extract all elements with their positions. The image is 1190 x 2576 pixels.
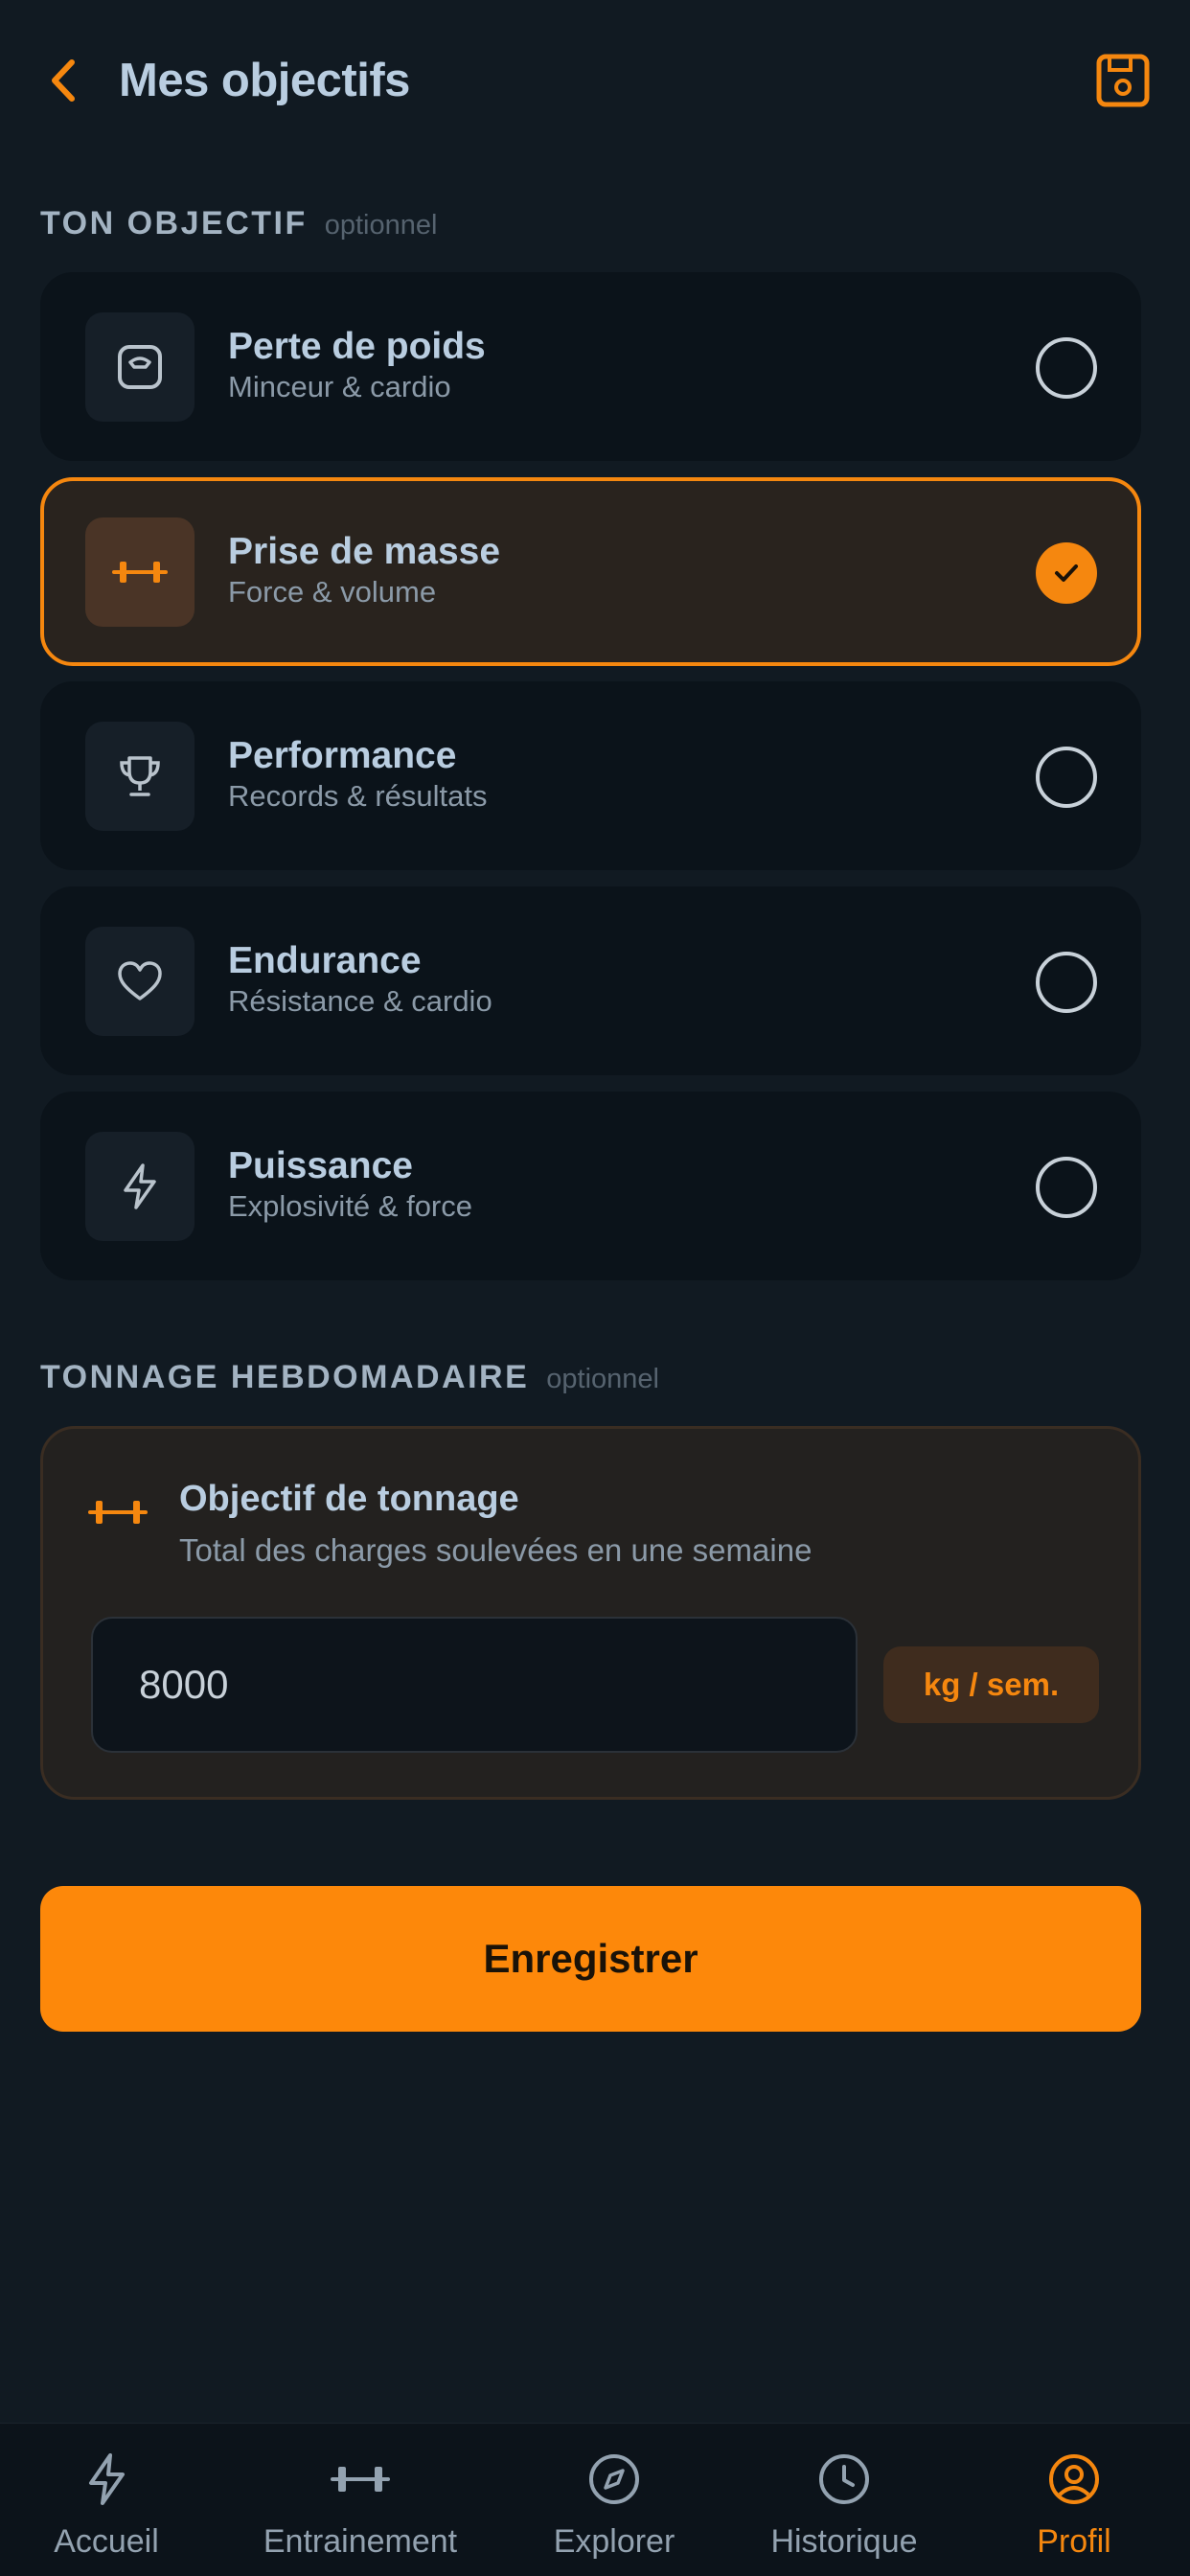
goal-text: Performance Records & résultats: [228, 734, 488, 815]
goal-icon-box: [85, 722, 195, 831]
goal-subtitle: Minceur & cardio: [228, 370, 451, 403]
save-button[interactable]: Enregistrer: [40, 1886, 1141, 2032]
dumbbell-icon: [88, 1501, 148, 1524]
nav-label: Historique: [770, 2523, 918, 2560]
goal-card-performance[interactable]: Performance Records & résultats: [40, 681, 1141, 870]
nav-icon: [329, 2449, 392, 2510]
goal-radio-checked[interactable]: [1036, 542, 1097, 604]
tonnage-card: Objectif de tonnage Total des charges so…: [40, 1426, 1141, 1800]
bottom-nav: Accueil Entrainement Explorer Historique…: [0, 2423, 1190, 2576]
check-icon: [1055, 564, 1078, 582]
goal-section-title: TON OBJECTIF: [40, 205, 308, 242]
goal-icon-box: [85, 312, 195, 422]
tonnage-section-label: TONNAGE HEBDOMADAIRE optionnel: [40, 1359, 659, 1396]
goal-card-muscle-gain[interactable]: Prise de masse Force & volume: [40, 477, 1141, 666]
goal-icon-box: [85, 1132, 195, 1241]
nav-item-profil[interactable]: Profil: [983, 2424, 1165, 2576]
goal-card-endurance[interactable]: Endurance Résistance & cardio: [40, 886, 1141, 1075]
lightning-icon: [124, 1163, 156, 1209]
goal-radio[interactable]: [1036, 337, 1097, 399]
goal-radio[interactable]: [1036, 1157, 1097, 1218]
goal-subtitle: Records & résultats: [228, 779, 488, 813]
tonnage-section-optional: optionnel: [546, 1364, 659, 1394]
floppy-disk-icon: [1096, 54, 1150, 107]
nav-icon: [1046, 2449, 1102, 2510]
nav-icon: [816, 2449, 872, 2510]
goal-icon-box: [85, 518, 195, 627]
chevron-left-icon: [52, 59, 75, 102]
dumbbell-icon: [112, 562, 168, 583]
goal-section-label: TON OBJECTIF optionnel: [40, 205, 437, 242]
goal-card-power[interactable]: Puissance Explosivité & force: [40, 1092, 1141, 1280]
header: Mes objectifs: [0, 0, 1190, 163]
trophy-icon: [120, 756, 160, 796]
scale-icon: [118, 345, 162, 389]
page-title: Mes objectifs: [119, 55, 410, 106]
user-circle-icon: [1049, 2454, 1099, 2504]
nav-label: Accueil: [54, 2523, 159, 2560]
unit-badge: kg / sem.: [883, 1646, 1099, 1723]
goal-title: Puissance: [228, 1145, 413, 1186]
goal-text: Puissance Explosivité & force: [228, 1144, 472, 1225]
tonnage-section-title: TONNAGE HEBDOMADAIRE: [40, 1359, 530, 1395]
tonnage-title: Objectif de tonnage: [179, 1479, 519, 1519]
goal-radio[interactable]: [1036, 952, 1097, 1013]
goal-icon-box: [85, 927, 195, 1036]
goal-title: Endurance: [228, 940, 422, 981]
heart-icon: [118, 961, 162, 1000]
goal-text: Prise de masse Force & volume: [228, 530, 500, 610]
nav-item-explorer[interactable]: Explorer: [523, 2424, 705, 2576]
goal-subtitle: Explosivité & force: [228, 1189, 472, 1223]
save-icon-button[interactable]: [1092, 50, 1154, 111]
nav-label: Entrainement: [263, 2523, 458, 2560]
nav-item-entrainement[interactable]: Entrainement: [236, 2424, 485, 2576]
goal-title: Perte de poids: [228, 326, 486, 367]
nav-item-accueil[interactable]: Accueil: [15, 2424, 197, 2576]
goal-subtitle: Résistance & cardio: [228, 984, 492, 1018]
goals-screen: Mes objectifs TON OBJECTIF optionnel Per…: [0, 0, 1190, 2576]
goal-radio[interactable]: [1036, 747, 1097, 808]
goal-card-weight-loss[interactable]: Perte de poids Minceur & cardio: [40, 272, 1141, 461]
nav-icon: [586, 2449, 642, 2510]
tonnage-description: Total des charges soulevées en une semai…: [179, 1532, 812, 1568]
nav-label: Profil: [1037, 2523, 1111, 2560]
goal-title: Prise de masse: [228, 531, 501, 572]
back-button[interactable]: [38, 50, 88, 111]
goal-text: Perte de poids Minceur & cardio: [228, 325, 486, 405]
goal-section-optional: optionnel: [324, 210, 438, 241]
nav-icon: [80, 2449, 133, 2510]
nav-label: Explorer: [553, 2523, 675, 2560]
goal-text: Endurance Résistance & cardio: [228, 939, 492, 1020]
tonnage-input[interactable]: [91, 1617, 858, 1753]
compass-icon: [589, 2454, 639, 2504]
goal-title: Performance: [228, 735, 457, 776]
nav-item-historique[interactable]: Historique: [744, 2424, 945, 2576]
lightning-icon: [89, 2453, 125, 2505]
goal-subtitle: Force & volume: [228, 575, 437, 609]
dumbbell-icon: [331, 2467, 390, 2492]
clock-icon: [819, 2454, 869, 2504]
